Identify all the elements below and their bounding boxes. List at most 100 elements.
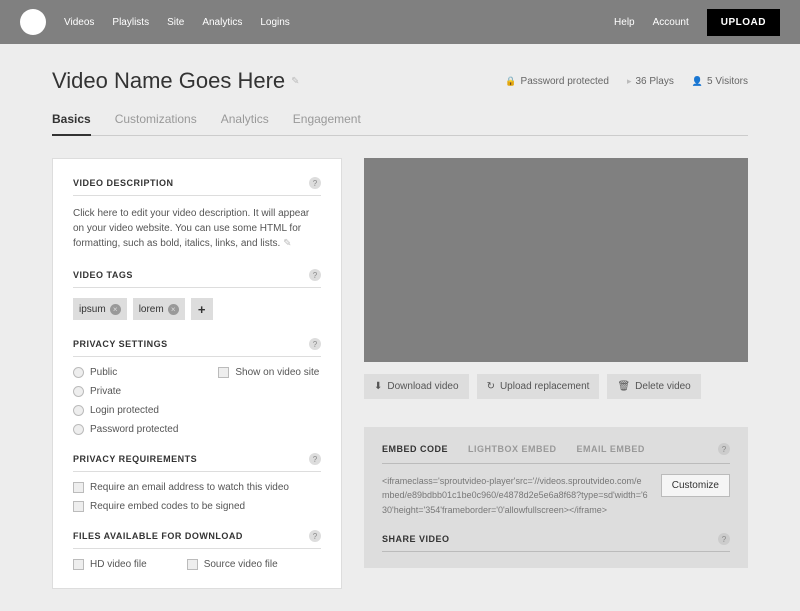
embed-tab-email[interactable]: EMAIL EMBED <box>577 444 645 454</box>
check-source-file[interactable]: Source video file <box>187 559 278 570</box>
radio-private[interactable]: Private <box>73 386 178 397</box>
add-tag-button[interactable]: + <box>191 298 213 320</box>
tab-engagement[interactable]: Engagement <box>293 112 361 135</box>
help-icon[interactable]: ? <box>718 533 730 545</box>
edit-icon[interactable]: ✎ <box>291 76 299 87</box>
checkbox-icon <box>187 559 198 570</box>
tag-item[interactable]: lorem× <box>133 298 185 320</box>
settings-panel: VIDEO DESCRIPTION ? Click here to edit y… <box>52 158 342 589</box>
section-tags: VIDEO TAGS ? ipsum× lorem× + <box>73 269 321 320</box>
nav-site[interactable]: Site <box>167 17 184 28</box>
share-title: SHARE VIDEO <box>382 534 450 544</box>
checkbox-icon <box>73 501 84 512</box>
radio-icon <box>73 367 84 378</box>
section-head: PRIVACY SETTINGS ? <box>73 338 321 357</box>
radio-password[interactable]: Password protected <box>73 424 178 435</box>
logo[interactable] <box>20 9 46 35</box>
tab-customizations[interactable]: Customizations <box>115 112 197 135</box>
video-actions: ⬇Download video ↻Upload replacement 🗑Del… <box>364 374 748 399</box>
radio-icon <box>73 386 84 397</box>
section-title: PRIVACY REQUIREMENTS <box>73 454 197 464</box>
help-icon[interactable]: ? <box>309 453 321 465</box>
section-head: FILES AVAILABLE FOR DOWNLOAD ? <box>73 530 321 549</box>
download-button[interactable]: ⬇Download video <box>364 374 469 399</box>
checkbox-icon <box>218 367 229 378</box>
files-list: HD video file Source video file <box>73 559 321 570</box>
help-icon[interactable]: ? <box>718 443 730 455</box>
stat-visitors: 👤5 Visitors <box>692 76 748 87</box>
delete-button[interactable]: 🗑Delete video <box>607 374 700 399</box>
share-head: SHARE VIDEO ? <box>382 533 730 552</box>
tab-basics[interactable]: Basics <box>52 112 91 136</box>
download-icon: ⬇ <box>374 381 382 392</box>
stat-password: 🔒Password protected <box>505 76 609 87</box>
lock-icon: 🔒 <box>505 76 516 87</box>
help-icon[interactable]: ? <box>309 530 321 542</box>
description-text[interactable]: Click here to edit your video descriptio… <box>73 206 321 251</box>
embed-tab-lightbox[interactable]: LIGHTBOX EMBED <box>468 444 557 454</box>
privacy-radios: Public Private Login protected Password … <box>73 367 178 435</box>
section-description: VIDEO DESCRIPTION ? Click here to edit y… <box>73 177 321 251</box>
stat-plays: ▸36 Plays <box>627 76 674 87</box>
tags-list: ipsum× lorem× + <box>73 298 321 320</box>
section-title: VIDEO DESCRIPTION <box>73 178 174 188</box>
topbar: Videos Playlists Site Analytics Logins H… <box>0 0 800 44</box>
remove-tag-icon[interactable]: × <box>168 304 179 315</box>
topbar-right: Help Account UPLOAD <box>614 9 780 36</box>
header-top: Video Name Goes Here ✎ 🔒Password protect… <box>52 68 748 94</box>
check-require-signed[interactable]: Require embed codes to be signed <box>73 501 321 512</box>
nav-help[interactable]: Help <box>614 17 635 28</box>
tabs: Basics Customizations Analytics Engageme… <box>52 112 748 136</box>
check-hd-file[interactable]: HD video file <box>73 559 147 570</box>
embed-code-text[interactable]: <iframeclass='sproutvideo-player'src='//… <box>382 474 649 517</box>
checkbox-icon <box>73 482 84 493</box>
upload-replacement-button[interactable]: ↻Upload replacement <box>477 374 600 399</box>
content: VIDEO DESCRIPTION ? Click here to edit y… <box>0 136 800 611</box>
trash-icon: 🗑 <box>617 381 630 392</box>
radio-login[interactable]: Login protected <box>73 405 178 416</box>
section-head: VIDEO DESCRIPTION ? <box>73 177 321 196</box>
play-icon: ▸ <box>627 76 632 87</box>
privacy-checks: Show on video site <box>218 367 319 435</box>
section-requirements: PRIVACY REQUIREMENTS ? Require an email … <box>73 453 321 512</box>
topbar-left: Videos Playlists Site Analytics Logins <box>20 9 290 35</box>
remove-tag-icon[interactable]: × <box>110 304 121 315</box>
section-title: VIDEO TAGS <box>73 270 133 280</box>
embed-tabs: EMBED CODE LIGHTBOX EMBED EMAIL EMBED ? <box>382 443 730 464</box>
embed-body: <iframeclass='sproutvideo-player'src='//… <box>382 474 730 517</box>
tag-item[interactable]: ipsum× <box>73 298 127 320</box>
page-title: Video Name Goes Here <box>52 68 285 94</box>
title-wrap: Video Name Goes Here ✎ <box>52 68 300 94</box>
page-header: Video Name Goes Here ✎ 🔒Password protect… <box>0 44 800 136</box>
check-show-on-site[interactable]: Show on video site <box>218 367 319 378</box>
help-icon[interactable]: ? <box>309 177 321 189</box>
section-head: VIDEO TAGS ? <box>73 269 321 288</box>
section-title: PRIVACY SETTINGS <box>73 339 168 349</box>
embed-panel: EMBED CODE LIGHTBOX EMBED EMAIL EMBED ? … <box>364 427 748 568</box>
video-preview[interactable] <box>364 158 748 362</box>
customize-button[interactable]: Customize <box>661 474 730 497</box>
section-title: FILES AVAILABLE FOR DOWNLOAD <box>73 531 243 541</box>
nav-account[interactable]: Account <box>653 17 689 28</box>
stats: 🔒Password protected ▸36 Plays 👤5 Visitor… <box>505 76 748 87</box>
nav-analytics[interactable]: Analytics <box>202 17 242 28</box>
help-icon[interactable]: ? <box>309 338 321 350</box>
help-icon[interactable]: ? <box>309 269 321 281</box>
preview-panel: ⬇Download video ↻Upload replacement 🗑Del… <box>364 158 748 589</box>
nav-playlists[interactable]: Playlists <box>112 17 149 28</box>
radio-icon <box>73 424 84 435</box>
requirements-list: Require an email address to watch this v… <box>73 482 321 512</box>
section-files: FILES AVAILABLE FOR DOWNLOAD ? HD video … <box>73 530 321 570</box>
edit-icon[interactable]: ✎ <box>283 238 291 249</box>
refresh-icon: ↻ <box>487 381 495 392</box>
tab-analytics[interactable]: Analytics <box>221 112 269 135</box>
section-privacy: PRIVACY SETTINGS ? Public Private Login … <box>73 338 321 435</box>
nav-videos[interactable]: Videos <box>64 17 94 28</box>
nav-logins[interactable]: Logins <box>260 17 289 28</box>
radio-public[interactable]: Public <box>73 367 178 378</box>
check-require-email[interactable]: Require an email address to watch this v… <box>73 482 321 493</box>
section-head: PRIVACY REQUIREMENTS ? <box>73 453 321 472</box>
person-icon: 👤 <box>692 76 703 87</box>
upload-button[interactable]: UPLOAD <box>707 9 780 36</box>
embed-tab-code[interactable]: EMBED CODE <box>382 444 448 454</box>
